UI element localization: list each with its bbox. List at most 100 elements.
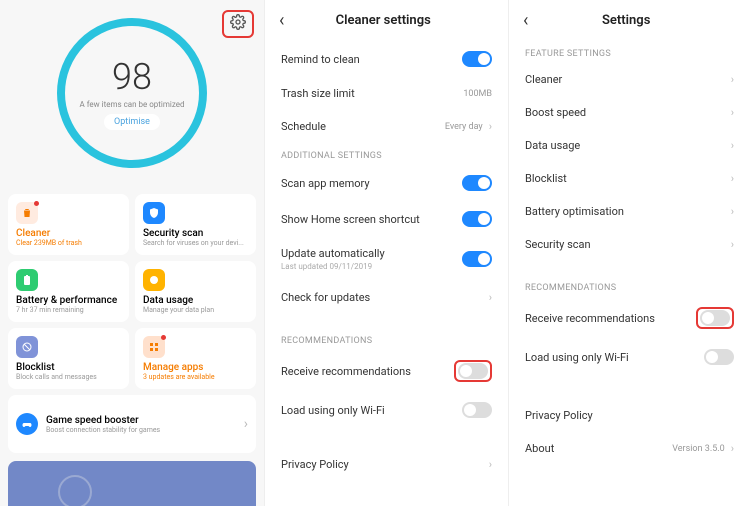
data-usage-card[interactable]: Data usage Manage your data plan (135, 261, 256, 322)
chevron-right-icon: › (731, 205, 734, 218)
update-toggle[interactable] (462, 251, 492, 267)
receive-rec-row[interactable]: Receive recommendations (509, 297, 750, 339)
additional-section: ADDITIONAL SETTINGS (265, 143, 508, 165)
schedule-value: Every day (445, 122, 483, 132)
apps-sub: 3 updates are available (143, 373, 248, 381)
block-row[interactable]: Blocklist › (509, 162, 750, 195)
cleaner-title: Cleaner (16, 228, 121, 239)
gear-icon[interactable] (230, 14, 246, 30)
manage-apps-card[interactable]: Manage apps 3 updates are available (135, 328, 256, 389)
blocklist-sub: Block calls and messages (16, 373, 121, 381)
battery-icon (16, 269, 38, 291)
optimise-button[interactable]: Optimise (104, 114, 160, 130)
recv-toggle-highlight (454, 360, 492, 382)
score-value: 98 (112, 56, 152, 98)
feature-section: FEATURE SETTINGS (509, 41, 750, 63)
security-title: Security scan (143, 228, 248, 239)
shortcut-label: Show Home screen shortcut (281, 213, 420, 226)
cleaner-card[interactable]: Cleaner Clear 239MB of trash (8, 194, 129, 255)
security-scan-card[interactable]: Security scan Search for viruses on your… (135, 194, 256, 255)
about-row[interactable]: About Version 3.5.0 › (509, 432, 750, 465)
battery-label: Battery optimisation (525, 205, 624, 218)
game-booster-card[interactable]: Game speed booster Boost connection stab… (8, 395, 256, 453)
recommendations-section: RECOMMENDATIONS (265, 328, 508, 350)
schedule-row[interactable]: Schedule Every day › (265, 110, 508, 143)
chevron-right-icon: › (244, 416, 248, 432)
score-ring: 98 A few items can be optimized Optimise (57, 18, 207, 168)
battery-row[interactable]: Battery optimisation › (509, 195, 750, 228)
blocklist-card[interactable]: Blocklist Block calls and messages (8, 328, 129, 389)
wifi-label: Load using only Wi-Fi (525, 351, 629, 364)
remind-label: Remind to clean (281, 53, 360, 66)
privacy-row[interactable]: Privacy Policy (509, 399, 750, 432)
chevron-right-icon: › (489, 291, 492, 304)
trash-row[interactable]: Trash size limit 100MB (265, 77, 508, 110)
scan-label: Scan app memory (281, 177, 370, 190)
remind-row[interactable]: Remind to clean (265, 41, 508, 77)
data-label: Data usage (525, 139, 580, 152)
settings-gear-highlight (222, 10, 254, 38)
check-label: Check for updates (281, 291, 370, 304)
notification-dot (34, 201, 39, 206)
trash-label: Trash size limit (281, 87, 355, 100)
recv-toggle[interactable] (700, 310, 730, 326)
cleaner-row[interactable]: Cleaner › (509, 63, 750, 96)
privacy-row[interactable]: Privacy Policy › (265, 448, 508, 481)
wifi-toggle[interactable] (704, 349, 734, 365)
wifi-label: Load using only Wi-Fi (281, 404, 385, 417)
recv-label: Receive recommendations (281, 365, 411, 378)
security-app-panel: 98 A few items can be optimized Optimise… (0, 0, 264, 506)
boost-row[interactable]: Boost speed › (509, 96, 750, 129)
cleaner-sub: Clear 239MB of trash (16, 239, 121, 247)
settings-panel: ‹ Settings FEATURE SETTINGS Cleaner › Bo… (508, 0, 750, 506)
apps-icon (143, 336, 165, 358)
scan-row[interactable]: Scan app memory (265, 165, 508, 201)
chevron-right-icon: › (489, 120, 492, 133)
receive-rec-row[interactable]: Receive recommendations (265, 350, 508, 392)
booster-sub: Boost connection stability for games (46, 426, 160, 434)
security-row[interactable]: Security scan › (509, 228, 750, 261)
cleaner-settings-panel: ‹ Cleaner settings Remind to clean Trash… (264, 0, 508, 506)
trash-value: 100MB (463, 89, 492, 99)
privacy-label: Privacy Policy (281, 458, 349, 471)
notification-dot (161, 335, 166, 340)
recv-toggle-highlight (696, 307, 734, 329)
apps-title: Manage apps (143, 362, 248, 373)
security-sub: Search for viruses on your devi... (143, 239, 248, 247)
score-subtitle: A few items can be optimized (80, 100, 185, 109)
chevron-right-icon: › (731, 442, 734, 455)
chevron-right-icon: › (731, 73, 734, 86)
battery-card[interactable]: Battery & performance 7 hr 37 min remain… (8, 261, 129, 322)
boost-label: Boost speed (525, 106, 586, 119)
recv-label: Receive recommendations (525, 312, 655, 325)
update-row[interactable]: Update automatically Last updated 09/11/… (265, 237, 508, 281)
security-label: Security scan (525, 238, 591, 251)
data-icon (143, 269, 165, 291)
shortcut-row[interactable]: Show Home screen shortcut (265, 201, 508, 237)
scan-toggle[interactable] (462, 175, 492, 191)
shortcut-toggle[interactable] (462, 211, 492, 227)
data-sub: Manage your data plan (143, 306, 248, 314)
header: ‹ Cleaner settings (265, 0, 508, 41)
feature-grid: Cleaner Clear 239MB of trash Security sc… (0, 186, 264, 461)
recv-toggle[interactable] (458, 363, 488, 379)
promo-banner[interactable] (8, 461, 256, 506)
wifi-row[interactable]: Load using only Wi-Fi (509, 339, 750, 375)
battery-title: Battery & performance (16, 295, 121, 306)
page-title: Cleaner settings (284, 13, 482, 28)
page-title: Settings (528, 13, 724, 28)
wifi-toggle[interactable] (462, 402, 492, 418)
check-updates-row[interactable]: Check for updates › (265, 281, 508, 314)
about-label: About (525, 442, 554, 455)
wifi-row[interactable]: Load using only Wi-Fi (265, 392, 508, 428)
cleaner-label: Cleaner (525, 73, 562, 86)
data-title: Data usage (143, 295, 248, 306)
remind-toggle[interactable] (462, 51, 492, 67)
chevron-right-icon: › (731, 172, 734, 185)
about-value: Version 3.5.0 (672, 444, 724, 454)
trash-icon (16, 202, 38, 224)
chevron-right-icon: › (731, 139, 734, 152)
chevron-right-icon: › (731, 106, 734, 119)
block-label: Blocklist (525, 172, 567, 185)
data-row[interactable]: Data usage › (509, 129, 750, 162)
